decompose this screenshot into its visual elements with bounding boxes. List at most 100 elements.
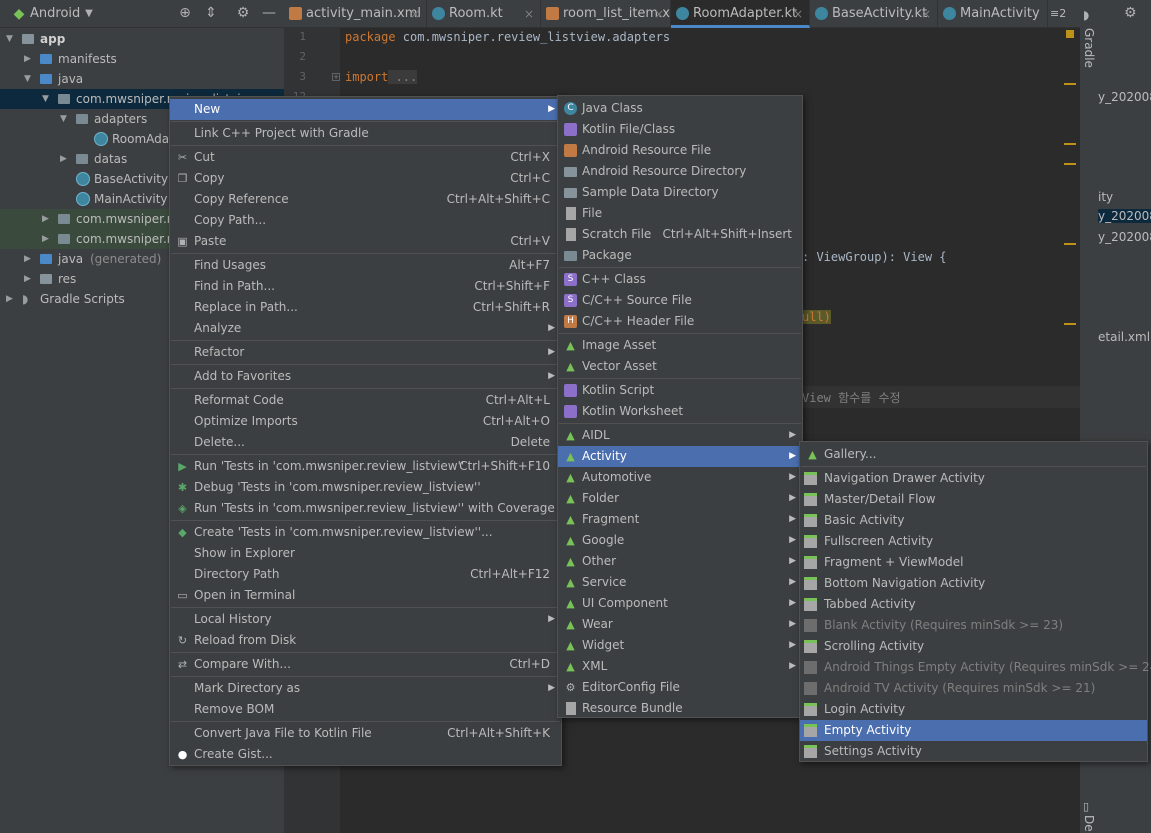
device-icon[interactable]: ▯ <box>1083 800 1089 813</box>
menu-item-kotlin-worksheet[interactable]: Kotlin Worksheet <box>558 401 802 422</box>
scroll-marker[interactable] <box>1064 163 1076 165</box>
tree-item[interactable]: ▼ java <box>0 69 284 89</box>
scroll-marker[interactable] <box>1064 243 1076 245</box>
menu-item-add-to-favorites[interactable]: Add to Favorites ▶ <box>170 366 561 387</box>
menu-item-ui-component[interactable]: ▲ UI Component ▶ <box>558 593 802 614</box>
menu-item-analyze[interactable]: Analyze ▶ <box>170 318 561 339</box>
menu-item-android-resource-file[interactable]: Android Resource File <box>558 140 802 161</box>
menu-item-convert-java-file-to-kotlin-file[interactable]: Convert Java File to Kotlin File Ctrl+Alt… <box>170 723 561 744</box>
menu-item-open-in-terminal[interactable]: ▭ Open in Terminal <box>170 585 561 606</box>
menu-item-run-tests-in-com-mwsniper-review-listview-with-coverage[interactable]: ◈ Run 'Tests in 'com.mwsniper.review_list… <box>170 498 561 519</box>
menu-item-xml[interactable]: ▲ XML ▶ <box>558 656 802 677</box>
chevron-down-icon[interactable]: ▼ <box>80 8 98 19</box>
menu-item-copy-path[interactable]: Copy Path... <box>170 210 561 231</box>
menu-item-widget[interactable]: ▲ Widget ▶ <box>558 635 802 656</box>
tab-mainactivity[interactable]: MainActivity <box>938 0 1048 28</box>
menu-item-basic-activity[interactable]: Basic Activity <box>800 510 1147 531</box>
tab-room-list-item-xml[interactable]: room_list_item.xml× <box>541 0 671 28</box>
menu-item-login-activity[interactable]: Login Activity <box>800 699 1147 720</box>
menu-item-bottom-navigation-activity[interactable]: Bottom Navigation Activity <box>800 573 1147 594</box>
menu-item-navigation-drawer-activity[interactable]: Navigation Drawer Activity <box>800 468 1147 489</box>
menu-item-copy-reference[interactable]: Copy Reference Ctrl+Alt+Shift+C <box>170 189 561 210</box>
menu-item-wear[interactable]: ▲ Wear ▶ <box>558 614 802 635</box>
hide-icon[interactable]: — <box>260 5 278 21</box>
locate-icon[interactable]: ⊕ <box>176 5 194 21</box>
menu-item-show-in-explorer[interactable]: Show in Explorer <box>170 543 561 564</box>
tree-item[interactable]: ▶ manifests <box>0 49 284 69</box>
menu-item-reformat-code[interactable]: Reformat Code Ctrl+Alt+L <box>170 390 561 411</box>
collapsed-arrow-icon[interactable]: ▶ <box>42 229 49 249</box>
menu-item-link-c-project-with-gradle[interactable]: Link C++ Project with Gradle <box>170 123 561 144</box>
menu-item-fullscreen-activity[interactable]: Fullscreen Activity <box>800 531 1147 552</box>
menu-item-java-class[interactable]: C Java Class <box>558 98 802 119</box>
collapsed-arrow-icon[interactable]: ▶ <box>60 149 67 169</box>
menu-item-c-c-header-file[interactable]: H C/C++ Header File <box>558 311 802 332</box>
menu-item-c-class[interactable]: S C++ Class <box>558 269 802 290</box>
menu-item-editorconfig-file[interactable]: ⚙ EditorConfig File <box>558 677 802 698</box>
menu-item-android-tv-activity-requires-minsdk-21[interactable]: Android TV Activity (Requires minSdk >= … <box>800 678 1147 699</box>
menu-item-activity[interactable]: ▲ Activity ▶ <box>558 446 802 467</box>
menu-item-mark-directory-as[interactable]: Mark Directory as ▶ <box>170 678 561 699</box>
expanded-arrow-icon[interactable]: ▼ <box>6 29 13 49</box>
menu-item-aidl[interactable]: ▲ AIDL ▶ <box>558 425 802 446</box>
collapsed-arrow-icon[interactable]: ▶ <box>24 249 31 269</box>
menu-item-copy[interactable]: ❐ Copy Ctrl+C <box>170 168 561 189</box>
collapsed-arrow-icon[interactable]: ▶ <box>24 269 31 289</box>
menu-item-settings-activity[interactable]: Settings Activity <box>800 741 1147 762</box>
close-icon[interactable]: × <box>410 0 420 28</box>
menu-item-kotlin-file-class[interactable]: Kotlin File/Class <box>558 119 802 140</box>
menu-item-remove-bom[interactable]: Remove BOM <box>170 699 561 720</box>
gradle-tool-tab[interactable]: Gradle <box>1082 28 1096 68</box>
menu-item-resource-bundle[interactable]: Resource Bundle <box>558 698 802 719</box>
warning-marker[interactable] <box>1066 30 1074 38</box>
menu-item-service[interactable]: ▲ Service ▶ <box>558 572 802 593</box>
menu-item-find-in-path[interactable]: Find in Path... Ctrl+Shift+F <box>170 276 561 297</box>
view-selector[interactable]: Android <box>30 6 80 21</box>
menu-item-paste[interactable]: ▣ Paste Ctrl+V <box>170 231 561 252</box>
collapsed-arrow-icon[interactable]: ▶ <box>24 49 31 69</box>
collapse-icon[interactable]: ⇕ <box>202 5 220 21</box>
menu-item-fragment-viewmodel[interactable]: Fragment + ViewModel <box>800 552 1147 573</box>
menu-item-gallery[interactable]: ▲ Gallery... <box>800 444 1147 465</box>
menu-item-directory-path[interactable]: Directory Path Ctrl+Alt+F12 <box>170 564 561 585</box>
collapsed-arrow-icon[interactable]: ▶ <box>42 209 49 229</box>
menu-item-refactor[interactable]: Refactor ▶ <box>170 342 561 363</box>
menu-item-master-detail-flow[interactable]: Master/Detail Flow <box>800 489 1147 510</box>
close-icon[interactable]: × <box>921 0 931 28</box>
menu-item-kotlin-script[interactable]: Kotlin Script <box>558 380 802 401</box>
close-icon[interactable]: × <box>524 0 534 28</box>
menu-item-cut[interactable]: ✂ Cut Ctrl+X <box>170 147 561 168</box>
scroll-marker[interactable] <box>1064 143 1076 145</box>
menu-item-compare-with[interactable]: ⇄ Compare With... Ctrl+D <box>170 654 561 675</box>
menu-item-automotive[interactable]: ▲ Automotive ▶ <box>558 467 802 488</box>
scroll-marker[interactable] <box>1064 323 1076 325</box>
gear-icon[interactable]: ⚙ <box>1124 5 1137 21</box>
menu-item-android-things-empty-activity-requires-minsdk-24[interactable]: Android Things Empty Activity (Requires … <box>800 657 1151 678</box>
device-tool-tab[interactable]: De <box>1082 815 1096 832</box>
tab-room-kt[interactable]: Room.kt × <box>427 0 541 28</box>
scroll-marker[interactable] <box>1064 83 1076 85</box>
menu-item-debug-tests-in-com-mwsniper-review-listview[interactable]: ✱ Debug 'Tests in 'com.mwsniper.review_li… <box>170 477 561 498</box>
menu-item-other[interactable]: ▲ Other ▶ <box>558 551 802 572</box>
menu-item-new[interactable]: New ▶ <box>170 99 561 120</box>
menu-item-vector-asset[interactable]: ▲ Vector Asset <box>558 356 802 377</box>
gradle-elephant-icon[interactable]: ◗ <box>1083 8 1089 22</box>
close-icon[interactable]: × <box>793 0 803 25</box>
menu-item-find-usages[interactable]: Find Usages Alt+F7 <box>170 255 561 276</box>
menu-item-optimize-imports[interactable]: Optimize Imports Ctrl+Alt+O <box>170 411 561 432</box>
menu-item-android-resource-directory[interactable]: Android Resource Directory <box>558 161 802 182</box>
menu-item-blank-activity-requires-minsdk-23[interactable]: Blank Activity (Requires minSdk >= 23) <box>800 615 1147 636</box>
menu-item-create-tests-in-com-mwsniper-review-listview[interactable]: ◆ Create 'Tests in 'com.mwsniper.review_l… <box>170 522 561 543</box>
gear-icon[interactable]: ⚙ <box>234 5 252 21</box>
menu-item-scrolling-activity[interactable]: Scrolling Activity <box>800 636 1147 657</box>
menu-item-tabbed-activity[interactable]: Tabbed Activity <box>800 594 1147 615</box>
menu-item-reload-from-disk[interactable]: ↻ Reload from Disk <box>170 630 561 651</box>
menu-item-package[interactable]: Package <box>558 245 802 266</box>
menu-item-sample-data-directory[interactable]: Sample Data Directory <box>558 182 802 203</box>
tab-roomadapter-kt[interactable]: RoomAdapter.kt × <box>671 0 810 28</box>
tree-item[interactable]: ▼ app <box>0 29 284 49</box>
menu-item-run-tests-in-com-mwsniper-review-listview[interactable]: ▶ Run 'Tests in 'com.mwsniper.review_list… <box>170 456 561 477</box>
expanded-arrow-icon[interactable]: ▼ <box>60 109 67 129</box>
menu-item-create-gist[interactable]: ● Create Gist... <box>170 744 561 765</box>
menu-item-folder[interactable]: ▲ Folder ▶ <box>558 488 802 509</box>
